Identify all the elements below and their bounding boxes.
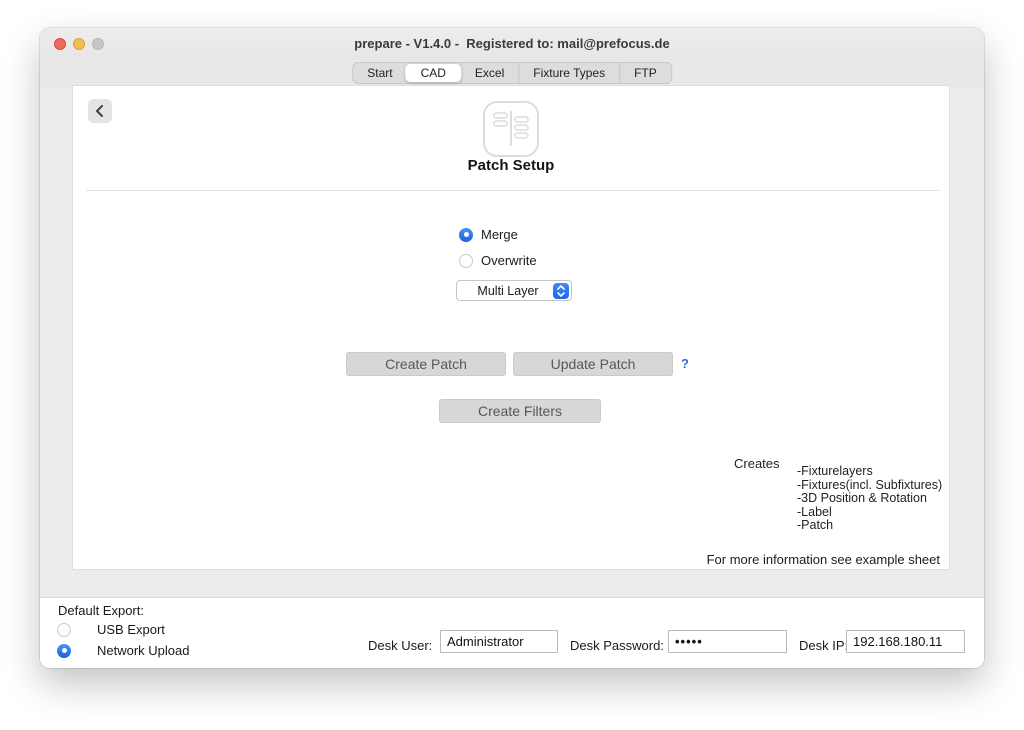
usb-export-radio-row: USB Export: [57, 622, 165, 637]
footer-note: For more information see example sheet: [707, 552, 940, 567]
overwrite-radio-label: Overwrite: [481, 253, 537, 268]
usb-export-label: USB Export: [97, 622, 165, 637]
help-icon[interactable]: ?: [681, 356, 689, 371]
creates-heading: Creates: [734, 456, 780, 471]
create-filters-button[interactable]: Create Filters: [439, 399, 601, 423]
tab-start[interactable]: Start: [353, 63, 406, 83]
tab-bar: Start CAD Excel Fixture Types FTP: [40, 60, 984, 87]
tab-ftp[interactable]: FTP: [619, 63, 671, 83]
creates-item: -Patch: [797, 519, 942, 533]
desk-password-label: Desk Password:: [570, 638, 664, 653]
patch-setup-icon: [482, 100, 540, 158]
network-upload-label: Network Upload: [97, 643, 190, 658]
default-export-heading: Default Export:: [58, 603, 144, 618]
desk-ip-label: Desk IP:: [799, 638, 848, 653]
tab-cad[interactable]: CAD: [406, 64, 461, 82]
page-title: Patch Setup: [73, 157, 949, 174]
merge-radio[interactable]: [459, 228, 473, 242]
tab-segmented-control: Start CAD Excel Fixture Types FTP: [352, 62, 672, 84]
creates-item: -Fixtures(incl. Subfixtures): [797, 479, 942, 493]
creates-item: -Label: [797, 506, 942, 520]
popup-stepper-icon: [553, 283, 569, 299]
network-upload-radio[interactable]: [57, 644, 71, 658]
desk-password-input[interactable]: [668, 630, 787, 653]
titlebar: prepare - V1.4.0 - Registered to: mail@p…: [40, 28, 984, 60]
creates-item: -3D Position & Rotation: [797, 492, 942, 506]
window-title: prepare - V1.4.0 - Registered to: mail@p…: [40, 28, 984, 60]
network-upload-radio-row: Network Upload: [57, 643, 190, 658]
patch-setup-panel: Patch Setup Merge Overwrite Multi Layer …: [72, 85, 950, 570]
back-button[interactable]: [88, 99, 112, 123]
merge-radio-label: Merge: [481, 227, 518, 242]
chevron-left-icon: [88, 99, 112, 123]
layer-popup-value: Multi Layer: [457, 284, 553, 298]
tab-fixture-types[interactable]: Fixture Types: [518, 63, 619, 83]
creates-list: -Fixturelayers -Fixtures(incl. Subfixtur…: [797, 465, 942, 533]
desk-ip-input[interactable]: [846, 630, 965, 653]
desk-user-input[interactable]: [440, 630, 558, 653]
header-divider: [86, 190, 940, 191]
usb-export-radio[interactable]: [57, 623, 71, 637]
desk-user-label: Desk User:: [368, 638, 432, 653]
update-patch-button[interactable]: Update Patch: [513, 352, 673, 376]
overwrite-radio-row: Overwrite: [459, 253, 537, 268]
create-patch-button[interactable]: Create Patch: [346, 352, 506, 376]
layer-popup-button[interactable]: Multi Layer: [456, 280, 572, 301]
overwrite-radio[interactable]: [459, 254, 473, 268]
merge-radio-row: Merge: [459, 227, 518, 242]
tab-excel[interactable]: Excel: [460, 63, 518, 83]
app-window: prepare - V1.4.0 - Registered to: mail@p…: [40, 28, 984, 668]
default-export-section: Default Export: USB Export Network Uploa…: [40, 597, 984, 668]
creates-item: -Fixturelayers: [797, 465, 942, 479]
